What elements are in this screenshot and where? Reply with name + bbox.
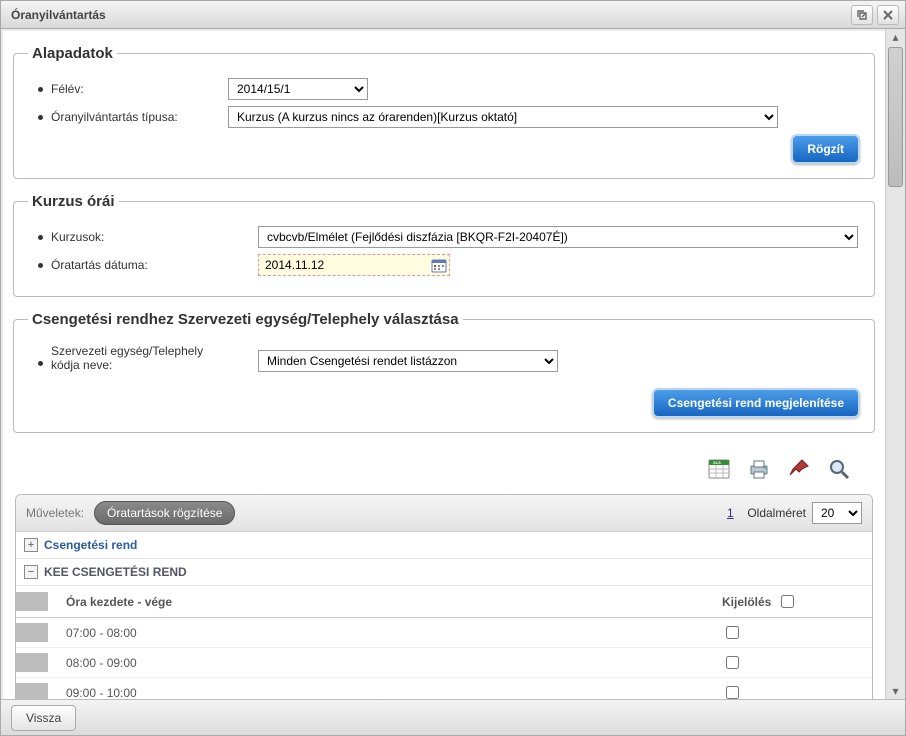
section-hours: Kurzus órái Kurzusok: cvbcvb/Elmélet (Fe…	[13, 193, 875, 297]
collapse-icon[interactable]: −	[24, 565, 38, 579]
record-hours-button[interactable]: Óratartások rögzítése	[94, 501, 235, 525]
page-number[interactable]: 1	[721, 506, 739, 520]
excel-icon[interactable]: XLS	[707, 457, 731, 484]
dialog-window: Óranyilvántartás Alapadatok Félév: 2014/…	[0, 0, 906, 736]
date-label: Óratartás dátuma:	[51, 258, 148, 272]
org-select[interactable]: Minden Csengetési rendet listázzon	[258, 350, 558, 372]
scroll-down-icon[interactable]: ▾	[886, 683, 905, 699]
pagesize-label: Oldalméret	[747, 506, 806, 520]
section-basic: Alapadatok Félév: 2014/15/1 Óranyilvánta…	[13, 45, 875, 179]
row-checkbox[interactable]	[726, 686, 739, 699]
type-label: Óranyilvántartás típusa:	[51, 110, 178, 124]
row-checkbox[interactable]	[726, 656, 739, 669]
save-button[interactable]: Rögzít	[791, 134, 860, 164]
cell-time: 07:00 - 08:00	[66, 626, 722, 640]
select-all-checkbox[interactable]	[781, 595, 794, 608]
cell-time: 08:00 - 09:00	[66, 656, 722, 670]
svg-text:XLS: XLS	[713, 460, 721, 465]
back-button[interactable]: Vissza	[11, 705, 76, 731]
footer-bar: Vissza	[1, 699, 905, 735]
pagesize-select[interactable]: 20	[812, 502, 862, 524]
group-row-2[interactable]: − KEE CSENGETÉSI REND	[16, 559, 872, 586]
pin-icon[interactable]	[787, 457, 811, 484]
content-area: Alapadatok Félév: 2014/15/1 Óranyilvánta…	[3, 31, 885, 699]
row-checkbox[interactable]	[726, 626, 739, 639]
scroll-thumb[interactable]	[888, 47, 903, 187]
expand-icon[interactable]: +	[24, 538, 38, 552]
courses-label: Kurzusok:	[51, 230, 104, 244]
org-label: Szervezeti egység/Telephely kódja neve:	[51, 344, 231, 372]
titlebar: Óranyilvántartás	[1, 1, 905, 29]
col-time-header: Óra kezdete - vége	[66, 595, 722, 609]
cell-time: 09:00 - 10:00	[66, 686, 722, 700]
date-input[interactable]	[261, 256, 431, 274]
scrollbar[interactable]: ▴ ▾	[885, 29, 905, 699]
search-icon[interactable]	[827, 457, 851, 484]
section-bell: Csengetési rendhez Szervezeti egység/Tel…	[13, 311, 875, 433]
scroll-up-icon[interactable]: ▴	[886, 29, 905, 45]
section-bell-legend: Csengetési rendhez Szervezeti egység/Tel…	[28, 311, 463, 328]
print-icon[interactable]	[747, 457, 771, 484]
operations-label: Műveletek:	[26, 506, 84, 520]
table-row: 09:00 - 10:00	[16, 678, 872, 699]
calendar-icon[interactable]	[431, 257, 447, 273]
table-row: 08:00 - 09:00	[16, 648, 872, 678]
courses-select[interactable]: cvbcvb/Elmélet (Fejlődési diszfázia [BKQ…	[258, 226, 858, 248]
section-hours-legend: Kurzus órái	[28, 193, 119, 210]
restore-icon[interactable]	[851, 5, 873, 25]
col-select-header: Kijelölés	[722, 595, 771, 609]
table-row: 07:00 - 08:00	[16, 618, 872, 648]
grid-panel: Műveletek: Óratartások rögzítése 1 Oldal…	[15, 494, 873, 699]
window-title: Óranyilvántartás	[7, 8, 847, 22]
close-icon[interactable]	[877, 5, 899, 25]
type-select[interactable]: Kurzus (A kurzus nincs az órarenden)[Kur…	[228, 106, 778, 128]
table-header: Óra kezdete - vége Kijelölés	[16, 586, 872, 618]
show-bell-button[interactable]: Csengetési rend megjelenítése	[652, 388, 860, 418]
group-row-1[interactable]: + Csengetési rend	[16, 532, 872, 559]
semester-select[interactable]: 2014/15/1	[228, 78, 368, 100]
export-toolbar: XLS	[13, 447, 875, 494]
section-basic-legend: Alapadatok	[28, 45, 117, 62]
semester-label: Félév:	[51, 82, 84, 96]
